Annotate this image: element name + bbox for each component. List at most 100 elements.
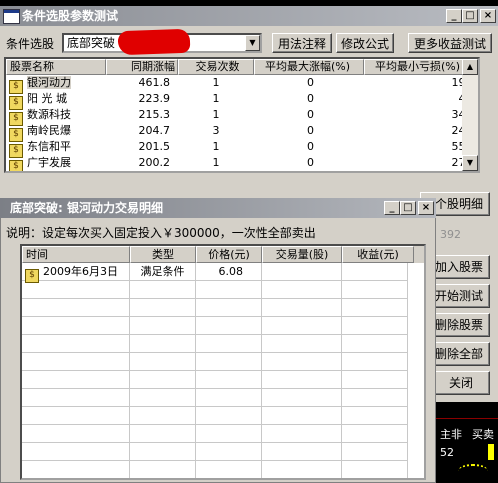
empty-table-row[interactable]	[22, 353, 424, 371]
volume-cell	[262, 335, 342, 352]
detail-close-button[interactable]: ×	[418, 201, 434, 215]
column-header[interactable]: 收益(元)	[342, 246, 414, 263]
close-button[interactable]: ×	[480, 9, 496, 23]
period-gain-cell: 223.9	[138, 92, 171, 105]
table-row[interactable]: $2009年6月3日 满足条件 6.08	[22, 263, 424, 283]
time-cell	[22, 443, 130, 460]
empty-table-row[interactable]	[22, 335, 424, 353]
table-row[interactable]: $数源科技 215.3 1 0 34.0	[6, 107, 478, 126]
volume-cell	[262, 443, 342, 460]
type-cell	[130, 299, 196, 316]
detail-scrollbar[interactable]	[407, 263, 424, 478]
volume-cell	[262, 407, 342, 424]
avg-max-gain-cell: 0	[307, 108, 314, 121]
scroll-up-button[interactable]: ▲	[462, 59, 478, 75]
price-cell	[196, 461, 262, 478]
time-cell	[22, 299, 130, 316]
avg-min-loss-cell: 55.9	[364, 139, 478, 155]
empty-table-row[interactable]	[22, 281, 424, 299]
chart-value: 52	[440, 446, 454, 459]
profit-cell	[342, 371, 414, 388]
chevron-down-icon[interactable]: ▼	[245, 35, 260, 51]
time-cell	[22, 461, 130, 478]
avg-min-loss-cell: 27.0	[364, 155, 478, 171]
empty-table-row[interactable]	[22, 461, 424, 478]
detail-minimize-button[interactable]: _	[384, 201, 400, 215]
price-cell	[196, 389, 262, 406]
empty-table-row[interactable]	[22, 389, 424, 407]
type-cell	[130, 443, 196, 460]
time-cell	[22, 371, 130, 388]
stock-name-cell: $ 广宇发展	[6, 155, 106, 171]
column-header[interactable]: 价格(元)	[196, 246, 262, 263]
column-header[interactable]: 交易量(股)	[262, 246, 342, 263]
column-header[interactable]: 交易次数	[178, 59, 254, 75]
profit-cell	[342, 263, 414, 280]
type-cell	[130, 281, 196, 298]
price-cell	[196, 371, 262, 388]
redaction-mark	[117, 28, 191, 56]
column-header[interactable]: 类型	[130, 246, 196, 263]
background-chart: 主非 买卖 52	[436, 402, 498, 483]
window-icon	[3, 9, 20, 24]
time-cell	[22, 389, 130, 406]
type-cell	[130, 317, 196, 334]
maximize-button[interactable]: □	[462, 9, 478, 23]
time-cell: $2009年6月3日	[22, 263, 130, 283]
minimize-button[interactable]: _	[446, 9, 462, 23]
period-gain-cell: 461.8	[138, 76, 171, 89]
empty-table-row[interactable]	[22, 407, 424, 425]
empty-table-row[interactable]	[22, 443, 424, 461]
avg-max-gain-cell: 0	[307, 156, 314, 169]
table-row[interactable]: $广宇发展 200.2 1 0 27.0	[6, 155, 478, 171]
table-row[interactable]: $阳 光 城 223.9 1 0 4.0	[6, 91, 478, 110]
more-tests-button[interactable]: 更多收益测试	[408, 33, 492, 53]
empty-table-row[interactable]	[22, 317, 424, 335]
trade-count-cell: 1	[212, 76, 220, 89]
price-cell	[196, 317, 262, 334]
main-window-title: 条件选股参数测试	[22, 9, 119, 23]
price-cell	[196, 443, 262, 460]
stock-results-table[interactable]: 股票名称 同期涨幅 交易次数 平均最大涨幅(%) 平均最小亏损(%) $ 银河动力…	[4, 57, 480, 173]
chart-trace	[458, 464, 488, 478]
type-cell	[130, 389, 196, 406]
chart-label-trade: 买卖	[472, 428, 494, 441]
detail-title-bar[interactable]: 底部突破: 银河动力交易明细 _ □ ×	[0, 198, 436, 218]
profit-cell	[342, 335, 414, 352]
volume-cell	[262, 281, 342, 298]
type-cell	[130, 425, 196, 442]
period-gain-cell: 215.3	[138, 108, 171, 121]
column-header[interactable]: 股票名称	[6, 59, 106, 75]
trade-detail-table[interactable]: 时间 类型 价格(元) 交易量(股) 收益(元) $2009年6月3日 满足条件…	[20, 244, 426, 480]
type-cell: 满足条件	[130, 263, 196, 280]
type-cell	[130, 371, 196, 388]
profit-cell	[342, 443, 414, 460]
profit-cell	[342, 389, 414, 406]
column-header[interactable]: 平均最小亏损(%)	[364, 59, 478, 75]
table-row[interactable]: $东信和平 201.5 1 0 55.9	[6, 139, 478, 158]
column-header[interactable]: 时间	[22, 246, 130, 263]
avg-min-loss-cell: 34.0	[364, 107, 478, 123]
price-cell	[196, 299, 262, 316]
empty-table-row[interactable]	[22, 299, 424, 317]
chart-marker	[488, 444, 494, 460]
column-header[interactable]: 平均最大涨幅(%)	[254, 59, 364, 75]
edit-formula-button[interactable]: 修改公式	[336, 33, 394, 53]
table-row[interactable]: $南岭民爆 204.7 3 0 24.6	[6, 123, 478, 142]
volume-cell	[262, 353, 342, 370]
time-cell	[22, 425, 130, 442]
detail-window-title: 底部突破: 银河动力交易明细	[10, 201, 163, 215]
column-header[interactable]: 同期涨幅	[106, 59, 178, 75]
empty-table-row[interactable]	[22, 371, 424, 389]
avg-min-loss-cell: 24.6	[364, 123, 478, 139]
trade-count-cell: 3	[212, 124, 220, 137]
empty-table-row[interactable]	[22, 425, 424, 443]
table-row[interactable]: $银河动力 461.8 1 0 19.4	[6, 75, 478, 94]
scroll-down-button[interactable]: ▼	[462, 155, 478, 171]
detail-maximize-button[interactable]: □	[400, 201, 416, 215]
main-title-bar[interactable]: 条件选股参数测试 _ □ ×	[0, 6, 498, 26]
stock-name-cell: $ 数源科技	[6, 107, 106, 126]
list-scrollbar[interactable]: ▲ ▼	[462, 59, 478, 171]
stock-name-cell: $ 阳 光 城	[6, 91, 106, 110]
usage-notes-button[interactable]: 用法注释	[272, 33, 332, 53]
